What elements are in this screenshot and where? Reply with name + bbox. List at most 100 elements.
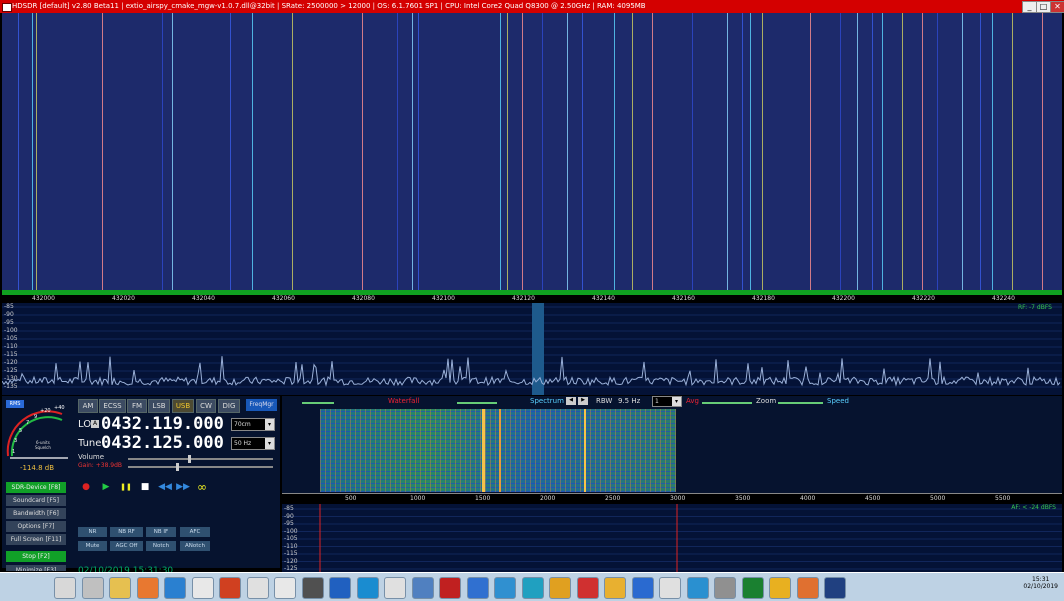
avg-select-arrow[interactable]: ▾ <box>672 397 681 406</box>
lo-frequency[interactable]: 0432.119.000 <box>101 414 224 434</box>
pause-button[interactable]: ❚❚ <box>117 481 135 493</box>
taskbar-app-icon[interactable] <box>604 577 626 599</box>
mode-ecss-button[interactable]: ECSS <box>99 399 126 413</box>
taskbar-app-icon[interactable] <box>356 577 379 599</box>
waterfall-left-slider[interactable] <box>302 402 334 404</box>
stop-playback-button[interactable]: ■ <box>136 481 154 493</box>
step-select-value: 50 Hz <box>234 440 252 447</box>
zoom-slider[interactable] <box>778 402 823 404</box>
afc-button[interactable]: AFC <box>180 527 210 537</box>
taskbar-app-icon[interactable] <box>54 577 76 599</box>
bandwidth-button[interactable]: Bandwidth [F6] <box>6 508 66 519</box>
taskbar-app-icon[interactable] <box>659 577 681 599</box>
step-select-arrow[interactable]: ▾ <box>265 438 274 449</box>
gain-slider-knob[interactable] <box>176 463 179 471</box>
mode-fm-button[interactable]: FM <box>127 399 147 413</box>
nr-button[interactable]: NR <box>78 527 107 537</box>
taskbar-app-icon[interactable] <box>164 577 186 599</box>
taskbar-app-icon[interactable] <box>439 577 461 599</box>
taskbar-app-icon[interactable] <box>219 577 241 599</box>
squelch-label: Squelch <box>35 445 51 450</box>
waterfall-signal-line <box>500 13 501 290</box>
anotch-button[interactable]: ANotch <box>180 541 210 551</box>
af-spectrum[interactable]: -85 -90 -95 -100 -105 -110 -115 -120 -125 AF: < … <box>282 504 1062 572</box>
taskbar-app-icon[interactable] <box>411 577 434 599</box>
mode-am-button[interactable]: AM <box>78 399 98 413</box>
fast-forward-button[interactable]: ▶▶ <box>174 481 192 493</box>
taskbar-app-icon[interactable] <box>136 577 159 599</box>
taskbar-app-icon[interactable] <box>246 577 269 599</box>
taskbar-app-icon[interactable] <box>796 577 819 599</box>
s-meter-scale-1: 1 <box>12 449 15 455</box>
spectrum-left-arrow[interactable]: ◀ <box>566 397 576 405</box>
taskbar-app-icon[interactable] <box>109 577 131 599</box>
window-title: HDSDR [default] v2.80 Beta11 | extio_air… <box>12 2 646 10</box>
play-button[interactable]: ▶ <box>97 481 115 493</box>
rf-frequency-axis[interactable]: 432000 432020 432040 432060 432080 432100 4321… <box>2 290 1062 303</box>
rewind-button[interactable]: ◀◀ <box>156 481 174 493</box>
taskbar-app-icon[interactable] <box>549 577 571 599</box>
minimize-f3-button[interactable]: Minimize [F3] <box>6 565 66 571</box>
taskbar-app-icon[interactable] <box>329 577 351 599</box>
taskbar-app-icon[interactable] <box>824 577 846 599</box>
mode-dig-button[interactable]: DIG <box>218 399 240 413</box>
step-select[interactable]: 50 Hz ▾ <box>231 437 275 450</box>
avg-select[interactable]: 1 ▾ <box>652 396 682 407</box>
soundcard-button[interactable]: Soundcard [F5] <box>6 495 66 506</box>
spectrum-right-arrow[interactable]: ▶ <box>578 397 588 405</box>
rms-button[interactable]: RMS <box>6 400 24 408</box>
taskbar-app-icon[interactable] <box>741 577 764 599</box>
avg-slider[interactable] <box>702 402 752 404</box>
taskbar-app-icon[interactable] <box>384 577 406 599</box>
tune-marker[interactable] <box>532 303 544 395</box>
volume-slider-knob[interactable] <box>188 455 191 463</box>
taskbar-app-icon[interactable] <box>81 577 104 599</box>
waterfall-signal-line <box>162 13 163 290</box>
taskbar-app-icon[interactable] <box>686 577 709 599</box>
taskbar-app-icon[interactable] <box>631 577 654 599</box>
taskbar-app-icon[interactable] <box>769 577 791 599</box>
rf-spectrum[interactable]: -85 -90 -95 -100 -105 -110 -115 -120 -125 -130 -13… <box>2 303 1062 395</box>
taskbar-app-icon[interactable] <box>301 577 324 599</box>
mute-button[interactable]: Mute <box>78 541 107 551</box>
minimize-button[interactable]: _ <box>1022 1 1037 13</box>
record-button[interactable]: ● <box>77 481 95 493</box>
volume-slider[interactable] <box>128 455 273 463</box>
taskbar-app-icon[interactable] <box>466 577 489 599</box>
freqmgr-button[interactable]: FreqMgr <box>246 399 277 411</box>
options-button[interactable]: Options [F7] <box>6 521 66 532</box>
af-waterfall[interactable] <box>282 408 1062 493</box>
gain-slider[interactable] <box>128 463 273 471</box>
waterfall-signal-line <box>418 13 419 290</box>
taskbar-app-icon[interactable] <box>191 577 214 599</box>
tune-frequency[interactable]: 0432.125.000 <box>101 433 224 453</box>
loop-button[interactable]: ∞ <box>193 481 211 493</box>
notch-button[interactable]: Notch <box>146 541 176 551</box>
mode-cw-button[interactable]: CW <box>196 399 216 413</box>
full-screen-button[interactable]: Full Screen [F11] <box>6 534 66 545</box>
band-select-arrow[interactable]: ▾ <box>265 419 274 430</box>
taskbar-app-icon[interactable] <box>494 577 516 599</box>
agc-off-button[interactable]: AGC Off <box>110 541 143 551</box>
taskbar-app-icon[interactable] <box>714 577 736 599</box>
rf-waterfall[interactable] <box>2 13 1062 290</box>
s-meter-scale-20: +20 <box>40 408 51 414</box>
lo-a-tag[interactable]: A <box>91 420 99 428</box>
sdr-device-button[interactable]: SDR-Device [F8] <box>6 482 66 493</box>
mode-usb-button[interactable]: USB <box>172 399 194 413</box>
nb-rf-button[interactable]: NB RF <box>110 527 143 537</box>
tray-time: 15:31 <box>1032 576 1050 583</box>
band-select[interactable]: 70cm ▾ <box>231 418 275 431</box>
maximize-button[interactable]: □ <box>1036 1 1051 13</box>
stop-button[interactable]: Stop [F2] <box>6 551 66 562</box>
nb-if-button[interactable]: NB IF <box>146 527 176 537</box>
system-tray-clock[interactable]: 15:31 02/10/2019 <box>1023 576 1058 590</box>
close-button[interactable]: ✕ <box>1050 1 1064 13</box>
taskbar-app-icon[interactable] <box>576 577 599 599</box>
waterfall-signal-line <box>992 13 993 290</box>
waterfall-slider[interactable] <box>457 402 497 404</box>
mode-lsb-button[interactable]: LSB <box>148 399 170 413</box>
taskbar-app-icon[interactable] <box>521 577 544 599</box>
waterfall-signal-line <box>692 13 693 290</box>
taskbar-app-icon[interactable] <box>274 577 296 599</box>
